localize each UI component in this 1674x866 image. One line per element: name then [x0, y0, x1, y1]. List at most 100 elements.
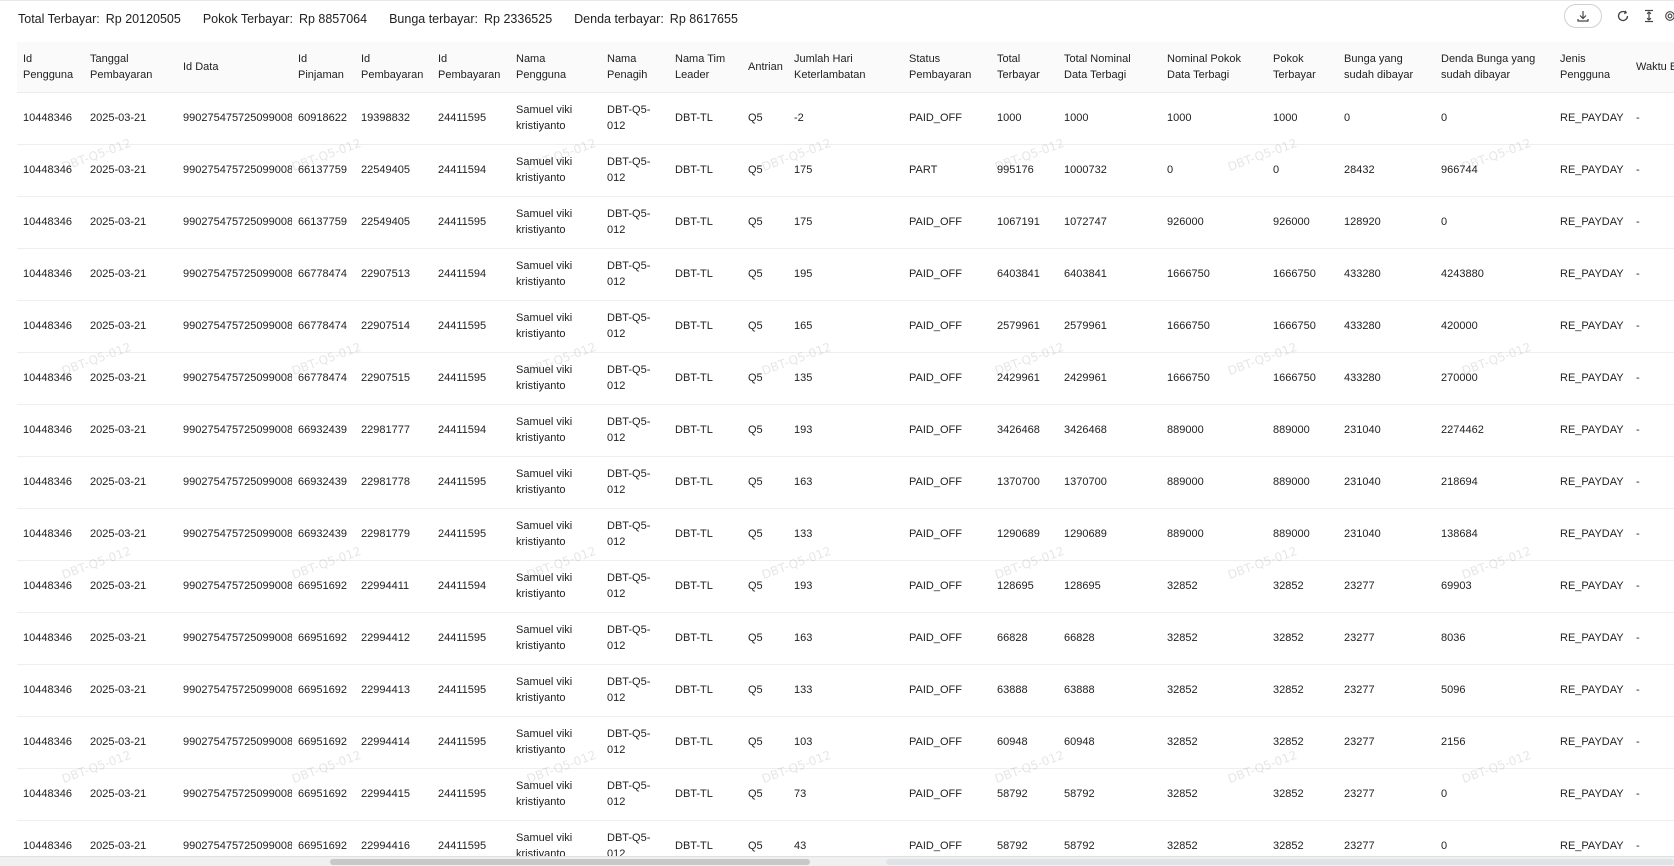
table-row[interactable]: 10448346 2025-03-21 990275475725099008 6091…	[17, 92, 1674, 145]
table-cell: 22907513	[355, 248, 432, 301]
table-cell: 22907515	[355, 352, 432, 405]
table-cell: 2025-03-21	[84, 92, 177, 145]
column-header[interactable]: Id Pengguna	[17, 42, 84, 93]
table-cell: 2156	[1435, 716, 1554, 769]
table-row[interactable]: 10448346 2025-03-21 990275475725099008 6695…	[17, 664, 1674, 717]
column-header[interactable]: Jumlah Hari Keterlambatan	[788, 42, 903, 93]
table-cell: 32852	[1267, 612, 1338, 665]
table-cell: DBT-Q5-012	[601, 508, 669, 561]
table-row[interactable]: 10448346 2025-03-21 990275475725099008 6677…	[17, 352, 1674, 405]
table-cell: 990275475725099008	[177, 456, 292, 509]
column-header[interactable]: Nama Tim Leader	[669, 42, 742, 93]
table-cell: 2025-03-21	[84, 768, 177, 821]
summary-denda: Denda terbayar: Rp 8617655	[574, 12, 738, 26]
column-header[interactable]: Jenis Pengguna	[1554, 42, 1630, 93]
table-row[interactable]: 10448346 2025-03-21 990275475725099008 6693…	[17, 508, 1674, 561]
table-row[interactable]: 10448346 2025-03-21 990275475725099008 6695…	[17, 820, 1674, 856]
summary-pokok: Pokok Terbayar: Rp 8857064	[203, 12, 367, 26]
table-cell: PAID_OFF	[903, 612, 991, 665]
table-row[interactable]: 10448346 2025-03-21 990275475725099008 6695…	[17, 612, 1674, 665]
table-cell: 22981778	[355, 456, 432, 509]
table-cell: 2025-03-21	[84, 144, 177, 197]
table-cell: 22994414	[355, 716, 432, 769]
table-cell: 990275475725099008	[177, 560, 292, 613]
column-header[interactable]: Id Pinjaman	[292, 42, 355, 93]
table-cell: RE_PAYDAY	[1554, 612, 1630, 665]
table-cell: 889000	[1267, 404, 1338, 457]
table-cell: 1370700	[991, 456, 1058, 509]
table-row[interactable]: 10448346 2025-03-21 990275475725099008 6695…	[17, 768, 1674, 821]
column-header[interactable]: Denda Bunga yang sudah dibayar	[1435, 42, 1554, 93]
table-cell: 32852	[1267, 664, 1338, 717]
table-cell: 63888	[1058, 664, 1161, 717]
column-height-button[interactable]	[1638, 4, 1660, 28]
table-cell: 0	[1435, 92, 1554, 145]
table-cell: 19398832	[355, 92, 432, 145]
table-cell: 990275475725099008	[177, 196, 292, 249]
table-cell: 66951692	[292, 612, 355, 665]
column-header[interactable]: Antrian	[742, 42, 788, 93]
table-cell: Q5	[742, 820, 788, 856]
table-row[interactable]: 10448346 2025-03-21 990275475725099008 6677…	[17, 248, 1674, 301]
table-cell: -2	[788, 92, 903, 145]
column-header[interactable]: Waktu Buat	[1630, 42, 1674, 93]
column-header[interactable]: Pokok Terbayar	[1267, 42, 1338, 93]
table-cell: Q5	[742, 144, 788, 197]
table-row[interactable]: 10448346 2025-03-21 990275475725099008 6693…	[17, 404, 1674, 457]
table-header: Id Pengguna Tanggal Pembayaran Id Data Id P…	[17, 42, 1674, 93]
table-cell: DBT-TL	[669, 664, 742, 717]
horizontal-scrollbar[interactable]	[0, 856, 1674, 866]
table-cell: 433280	[1338, 300, 1435, 353]
column-header[interactable]: Status Pembayaran	[903, 42, 991, 93]
refresh-button[interactable]	[1612, 4, 1634, 28]
table-row[interactable]: 10448346 2025-03-21 990275475725099008 6613…	[17, 196, 1674, 249]
download-button[interactable]	[1564, 4, 1602, 28]
table-row[interactable]: 10448346 2025-03-21 990275475725099008 6693…	[17, 456, 1674, 509]
horizontal-scrollbar-thumb[interactable]	[330, 859, 810, 865]
table-cell: 6403841	[991, 248, 1058, 301]
table-row[interactable]: 10448346 2025-03-21 990275475725099008 6677…	[17, 300, 1674, 353]
table-cell: 163	[788, 456, 903, 509]
table-cell: 22994412	[355, 612, 432, 665]
table-cell: 24411595	[432, 612, 510, 665]
table-cell: Samuel viki kristiyanto	[510, 612, 601, 665]
column-header[interactable]: Id Pembayaran	[432, 42, 510, 93]
table-row[interactable]: 10448346 2025-03-21 990275475725099008 6695…	[17, 560, 1674, 613]
payments-table-container: Id Pengguna Tanggal Pembayaran Id Data Id P…	[17, 42, 1674, 856]
table-cell: 24411595	[432, 352, 510, 405]
column-header[interactable]: Bunga yang sudah dibayar	[1338, 42, 1435, 93]
column-header[interactable]: Nominal Pokok Data Terbagi	[1161, 42, 1267, 93]
table-cell: 2025-03-21	[84, 300, 177, 353]
column-header[interactable]: Nama Penagih	[601, 42, 669, 93]
column-header[interactable]: Id Pembayaran	[355, 42, 432, 93]
table-cell: DBT-Q5-012	[601, 300, 669, 353]
table-cell: -	[1630, 196, 1674, 249]
table-cell: DBT-Q5-012	[601, 664, 669, 717]
table-cell: DBT-Q5-012	[601, 92, 669, 145]
column-header[interactable]: Nama Pengguna	[510, 42, 601, 93]
column-header[interactable]: Total Nominal Data Terbagi	[1058, 42, 1161, 93]
summary-bunga: Bunga terbayar: Rp 2336525	[389, 12, 552, 26]
table-cell: DBT-Q5-012	[601, 612, 669, 665]
table-cell: 420000	[1435, 300, 1554, 353]
table-cell: 0	[1161, 144, 1267, 197]
table-cell: 2025-03-21	[84, 196, 177, 249]
table-cell: 6403841	[1058, 248, 1161, 301]
column-header[interactable]: Id Data	[177, 42, 292, 93]
table-cell: 1370700	[1058, 456, 1161, 509]
table-cell: 32852	[1161, 820, 1267, 856]
table-cell: 10448346	[17, 820, 84, 856]
column-header[interactable]: Tanggal Pembayaran	[84, 42, 177, 93]
table-cell: DBT-Q5-012	[601, 768, 669, 821]
table-cell: 1067191	[991, 196, 1058, 249]
summary-bunga-value: Rp 2336525	[484, 12, 553, 26]
settings-button[interactable]	[1664, 4, 1674, 28]
table-cell: RE_PAYDAY	[1554, 144, 1630, 197]
table-cell: 32852	[1267, 768, 1338, 821]
table-cell: PAID_OFF	[903, 456, 991, 509]
table-row[interactable]: 10448346 2025-03-21 990275475725099008 6613…	[17, 144, 1674, 197]
table-row[interactable]: 10448346 2025-03-21 990275475725099008 6695…	[17, 716, 1674, 769]
column-height-icon	[1645, 9, 1653, 23]
table-toolbar	[1564, 3, 1674, 29]
column-header[interactable]: Total Terbayar	[991, 42, 1058, 93]
